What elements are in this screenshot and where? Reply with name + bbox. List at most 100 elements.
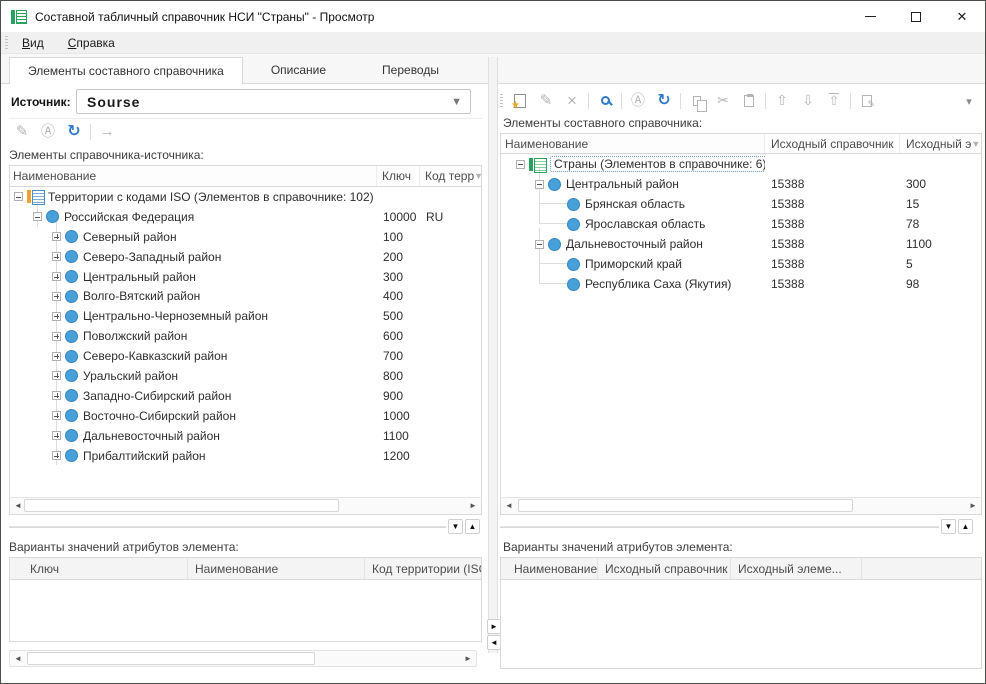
move-top-icon[interactable] — [821, 90, 847, 112]
collapse-up-icon[interactable]: ▲ — [465, 519, 480, 534]
sort-icon[interactable]: ▼ — [474, 171, 481, 181]
scroll-right-icon[interactable]: ► — [465, 498, 481, 513]
add-element-icon[interactable] — [507, 90, 533, 112]
expander-icon[interactable] — [52, 252, 61, 261]
edit-icon[interactable] — [9, 121, 35, 143]
copy-icon[interactable] — [684, 90, 710, 112]
attr-column-name[interactable]: Наименование — [501, 558, 598, 579]
tree-row[interactable]: Поволжский район 600 — [10, 326, 481, 346]
tree-row[interactable]: Северный район 100 — [10, 227, 481, 247]
expander-icon[interactable] — [52, 232, 61, 241]
column-header-name[interactable]: Наименование — [501, 134, 765, 153]
tree-row[interactable]: Центральный район 15388 300 — [501, 174, 981, 194]
collapse-down-icon[interactable]: ▼ — [941, 519, 956, 534]
vertical-splitter[interactable] — [488, 57, 498, 653]
attr-column-source-element[interactable]: Исходный элеме... — [731, 558, 862, 579]
properties-icon[interactable] — [854, 90, 880, 112]
scroll-left-icon[interactable]: ◄ — [10, 651, 26, 666]
tree-row[interactable]: Дальневосточный район 15388 1100 — [501, 234, 981, 254]
combo-dropdown-icon[interactable]: ▼ — [451, 96, 462, 108]
tree-row[interactable]: Северо-Западный район 200 — [10, 247, 481, 267]
tree-row[interactable]: Центральный район 300 — [10, 267, 481, 287]
scroll-right-icon[interactable]: ► — [965, 498, 981, 513]
tab-translations[interactable]: Переводы — [354, 57, 467, 83]
menu-item-help[interactable]: Справка — [58, 34, 125, 52]
scrollbar-thumb[interactable] — [24, 499, 339, 512]
delete-icon[interactable] — [559, 90, 585, 112]
expander-icon[interactable] — [52, 411, 61, 420]
expander-icon[interactable] — [52, 292, 61, 301]
collapse-up-icon[interactable]: ▲ — [958, 519, 973, 534]
menu-item-view[interactable]: Вид — [12, 34, 54, 52]
source-tree-hscrollbar[interactable]: ◄ ► — [10, 497, 481, 514]
expander-icon[interactable] — [554, 280, 563, 289]
tree-row[interactable]: Ярославская область 15388 78 — [501, 214, 981, 234]
column-header-territory-code[interactable]: Код терр▼ — [420, 166, 481, 186]
expand-left-icon[interactable]: ◄ — [487, 635, 501, 650]
expand-right-icon[interactable]: ► — [487, 619, 501, 634]
expander-icon[interactable] — [554, 260, 563, 269]
tree-row[interactable]: Приморский край 15388 5 — [501, 254, 981, 274]
attr-column-territory-code[interactable]: Код территории (ISO) — [365, 558, 481, 579]
move-to-right-icon[interactable] — [94, 121, 120, 143]
tree-row[interactable]: Западно-Сибирский район 900 — [10, 386, 481, 406]
minimize-button[interactable] — [847, 1, 893, 32]
auto-translate-icon[interactable] — [625, 90, 651, 112]
move-up-icon[interactable] — [769, 90, 795, 112]
tree-row[interactable]: Страны (Элементов в справочнике: 6) — [501, 154, 981, 174]
expander-icon[interactable] — [516, 160, 525, 169]
refresh-icon[interactable] — [61, 121, 87, 143]
expander-icon[interactable] — [52, 451, 61, 460]
left-horizontal-splitter[interactable]: ▼ ▲ — [9, 517, 482, 537]
search-icon[interactable] — [592, 90, 618, 112]
scrollbar-thumb[interactable] — [518, 499, 853, 512]
tree-row[interactable]: Центрально-Черноземный район 500 — [10, 306, 481, 326]
tree-row[interactable]: Восточно-Сибирский район 1000 — [10, 406, 481, 426]
expander-icon[interactable] — [52, 272, 61, 281]
expander-icon[interactable] — [52, 312, 61, 321]
source-combobox[interactable]: Sourse ▼ — [76, 89, 471, 114]
tab-composite-elements[interactable]: Элементы составного справочника — [9, 57, 243, 84]
tree-row[interactable]: Волго-Вятский район 400 — [10, 286, 481, 306]
tab-description[interactable]: Описание — [243, 57, 354, 83]
composite-tree-hscrollbar[interactable]: ◄ ► — [501, 497, 981, 514]
column-header-key[interactable]: Ключ — [377, 166, 420, 186]
expander-icon[interactable] — [52, 391, 61, 400]
expander-icon[interactable] — [52, 332, 61, 341]
paste-icon[interactable] — [736, 90, 762, 112]
auto-translate-icon[interactable] — [35, 121, 61, 143]
expander-icon[interactable] — [554, 200, 563, 209]
scroll-left-icon[interactable]: ◄ — [501, 498, 517, 513]
tree-row[interactable]: Северо-Кавказский район 700 — [10, 346, 481, 366]
expander-icon[interactable] — [535, 240, 544, 249]
tree-row[interactable]: Брянская область 15388 15 — [501, 194, 981, 214]
attr-column-source-dictionary[interactable]: Исходный справочник — [598, 558, 731, 579]
column-header-source-dictionary[interactable]: Исходный справочник — [765, 134, 900, 153]
expander-icon[interactable] — [52, 431, 61, 440]
sort-icon[interactable]: ▼ — [971, 139, 980, 149]
column-header-source-element[interactable]: Исходный э▼ — [900, 134, 981, 153]
expander-icon[interactable] — [52, 352, 61, 361]
attrs-hscrollbar[interactable]: ◄ ► — [9, 650, 477, 667]
collapse-down-icon[interactable]: ▼ — [448, 519, 463, 534]
column-header-name[interactable]: Наименование — [10, 166, 377, 186]
toolbar-overflow-icon[interactable] — [956, 90, 982, 112]
tree-row[interactable]: Уральский район 800 — [10, 366, 481, 386]
tree-row[interactable]: Прибалтийский район 1200 — [10, 446, 481, 466]
expander-icon[interactable] — [14, 192, 23, 201]
tree-row[interactable]: Российская Федерация 10000 RU — [10, 207, 481, 227]
tree-row[interactable]: Республика Саха (Якутия) 15388 98 — [501, 274, 981, 294]
edit-icon[interactable] — [533, 90, 559, 112]
maximize-button[interactable] — [893, 1, 939, 32]
move-down-icon[interactable] — [795, 90, 821, 112]
scrollbar-thumb[interactable] — [27, 652, 315, 665]
expander-icon[interactable] — [52, 371, 61, 380]
title-bar[interactable]: Составной табличный справочник НСИ "Стра… — [1, 1, 985, 32]
cut-icon[interactable] — [710, 90, 736, 112]
expander-icon[interactable] — [33, 212, 42, 221]
close-button[interactable]: ✕ — [939, 1, 985, 32]
expander-icon[interactable] — [535, 180, 544, 189]
right-horizontal-splitter[interactable]: ▼ ▲ — [500, 517, 975, 537]
tree-row[interactable]: Дальневосточный район 1100 — [10, 426, 481, 446]
expander-icon[interactable] — [554, 220, 563, 229]
